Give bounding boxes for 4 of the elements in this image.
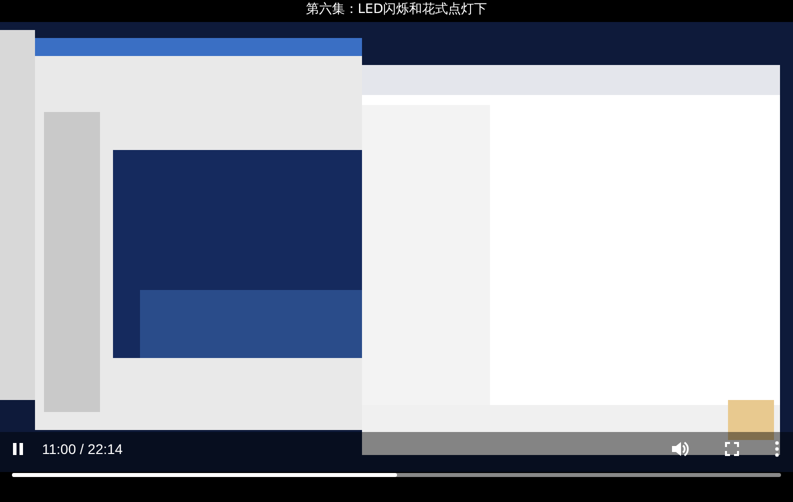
progress-bar[interactable] bbox=[12, 473, 781, 477]
pause-icon[interactable] bbox=[12, 442, 24, 456]
video-title: 第六集：LED闪烁和花式点灯下 bbox=[304, 1, 488, 19]
time-display: 11:00 / 22:14 bbox=[42, 441, 123, 457]
